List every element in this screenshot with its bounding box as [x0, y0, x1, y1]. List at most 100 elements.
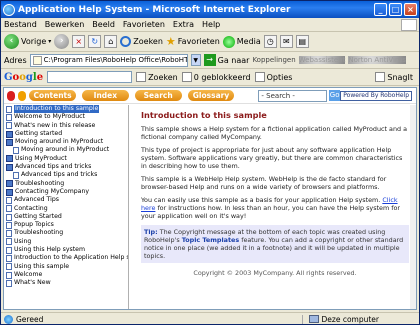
toc-item[interactable]: Advanced tips and tricks [4, 171, 128, 180]
toc-item[interactable]: Welcome to MyProduct [4, 113, 128, 121]
google-search-button[interactable]: Zoeken [136, 72, 178, 82]
toc-item-label: Contacting MyCompany [15, 187, 90, 195]
page-icon [13, 147, 19, 155]
toc-item-label: Popup Topics [14, 221, 54, 229]
toc-item[interactable]: Getting started [4, 130, 128, 138]
toc-item-label: What's New [14, 279, 51, 287]
page-icon [6, 213, 12, 221]
book-icon [6, 155, 13, 163]
security-zone: Deze computer [301, 314, 379, 324]
go-arrow-icon: → [203, 54, 216, 66]
toc-item[interactable]: Popup Topics [4, 221, 128, 229]
book-icon [6, 130, 13, 138]
menu-favorites[interactable]: Favorieten [123, 20, 165, 29]
topic-paragraph-4: You can easily use this sample as a basi… [141, 196, 401, 220]
mail-button[interactable]: ✉ [279, 35, 293, 48]
toc-item[interactable]: Using this Help system [4, 246, 128, 254]
sync-toc-icon[interactable] [18, 90, 27, 101]
toc-item[interactable]: Advanced Tips [4, 196, 128, 204]
back-button[interactable]: ‹ Vorige ▾ [4, 34, 51, 49]
search-button[interactable]: Zoeken [120, 36, 163, 47]
topic-paragraph-2: This type of project is appropriate for … [141, 146, 403, 170]
help-search-go-button[interactable]: Go [328, 90, 341, 101]
topic-scrollbar[interactable] [410, 105, 416, 309]
menu-file[interactable]: Bestand [4, 20, 37, 29]
forward-button[interactable]: › [54, 34, 70, 49]
address-input[interactable]: C:\Program Files\RoboHelp Office\RoboHTM… [29, 53, 188, 67]
google-search-icon [136, 72, 147, 82]
page-icon [6, 246, 12, 254]
toc-item-label: What's new in this release [14, 121, 96, 129]
toc-item[interactable]: Advanced tips and tricks [4, 163, 128, 171]
home-button[interactable]: ⌂ [104, 35, 118, 48]
snagit-button[interactable]: SnagIt [375, 72, 413, 82]
toc-item[interactable]: Using [4, 238, 128, 246]
standard-toolbar: ‹ Vorige ▾ › × ↻ ⌂ Zoeken ★ Favorieten M… [1, 32, 419, 52]
favorites-button[interactable]: ★ Favorieten [166, 35, 220, 48]
maximize-button[interactable]: □ [389, 3, 402, 16]
menu-view[interactable]: Beeld [92, 20, 115, 29]
toc-item-label: Contacting [14, 204, 48, 212]
google-search-input[interactable] [47, 71, 133, 83]
tab-contents[interactable]: Contents [29, 90, 76, 101]
topic-paragraph-3: This sample is a WebHelp Help system. We… [141, 175, 387, 191]
toc-item[interactable]: Troubleshooting [4, 229, 128, 238]
favorites-star-icon: ★ [165, 35, 176, 48]
page-icon [6, 122, 12, 130]
toc-item[interactable]: Moving around in MyProduct [4, 146, 128, 155]
book-icon [6, 180, 13, 188]
toc-item[interactable]: Welcome [4, 271, 128, 279]
toc-item[interactable]: Troubleshooting [4, 180, 128, 188]
close-button[interactable]: × [404, 3, 417, 16]
windows-logo-icon [401, 18, 417, 31]
refresh-button[interactable]: ↻ [88, 35, 102, 48]
menu-tools[interactable]: Extra [173, 20, 194, 29]
google-logo[interactable]: Google [4, 72, 43, 83]
toc-item[interactable]: Moving around in MyProduct [4, 138, 128, 146]
toc-item[interactable]: Using this sample [4, 263, 128, 271]
address-bar: Adres C:\Program Files\RoboHelp Office\R… [1, 52, 419, 69]
media-button[interactable]: Media [222, 35, 261, 48]
toc-item[interactable]: Contacting [4, 205, 128, 213]
topic-title: Introduction to this sample [141, 110, 267, 120]
toc-item[interactable]: Introduction to this sample [4, 105, 128, 114]
webassistant-button[interactable]: Webassistent [298, 56, 346, 64]
toc-item[interactable]: Introduction to the Application Help sam… [4, 254, 128, 262]
address-dropdown[interactable]: ▼ [190, 54, 201, 66]
tab-index[interactable]: Index [81, 90, 129, 101]
popup-blocker-button[interactable]: 0 geblokkeerd [181, 72, 251, 82]
toc-item[interactable]: What's New [4, 279, 128, 287]
hide-nav-icon[interactable] [7, 90, 16, 101]
menu-edit[interactable]: Bewerken [45, 20, 85, 29]
minimize-button[interactable]: _ [374, 3, 387, 16]
toc-item[interactable]: Getting Started [4, 213, 128, 221]
menu-help[interactable]: Help [202, 20, 220, 29]
topic-templates-term: Topic Templates [181, 236, 240, 244]
toc-item[interactable]: What's new in this release [4, 122, 128, 130]
toc-item-label: Welcome [14, 270, 43, 278]
tab-glossary[interactable]: Glossary [187, 90, 235, 101]
copyright-notice: Copyright © 2003 MyCompany. All rights r… [193, 269, 357, 277]
topic-paragraph-1: This sample shows a Help system for a fi… [141, 125, 408, 141]
status-bar: Gereed Deze computer [1, 312, 419, 325]
tip-label: Tip: [144, 228, 158, 236]
options-button[interactable]: Opties [254, 72, 292, 82]
search-icon [120, 36, 132, 47]
toc-item-label: Advanced tips and tricks [21, 171, 98, 179]
stop-button[interactable]: × [72, 35, 86, 48]
links-button[interactable]: Koppelingen [252, 56, 295, 64]
toc-item[interactable]: Using MyProduct [4, 155, 128, 163]
norton-button[interactable]: Norton AntiVirus [348, 56, 406, 64]
toc-item-label: Moving around in MyProduct [15, 138, 104, 146]
help-search-input[interactable]: - Search - [258, 89, 327, 102]
toc-item[interactable]: Contacting MyCompany [4, 188, 128, 196]
tab-search[interactable]: Search [134, 90, 182, 101]
toc-item-label: Using MyProduct [15, 154, 67, 162]
page-icon [6, 221, 12, 229]
toc-item-label: Moving around in MyProduct [21, 146, 110, 154]
back-dropdown-icon[interactable]: ▾ [48, 38, 51, 45]
page-icon [32, 55, 42, 65]
history-button[interactable]: ◷ [263, 35, 277, 48]
print-button[interactable]: ▤ [295, 35, 309, 48]
go-button[interactable]: → Ga naar [203, 54, 249, 66]
